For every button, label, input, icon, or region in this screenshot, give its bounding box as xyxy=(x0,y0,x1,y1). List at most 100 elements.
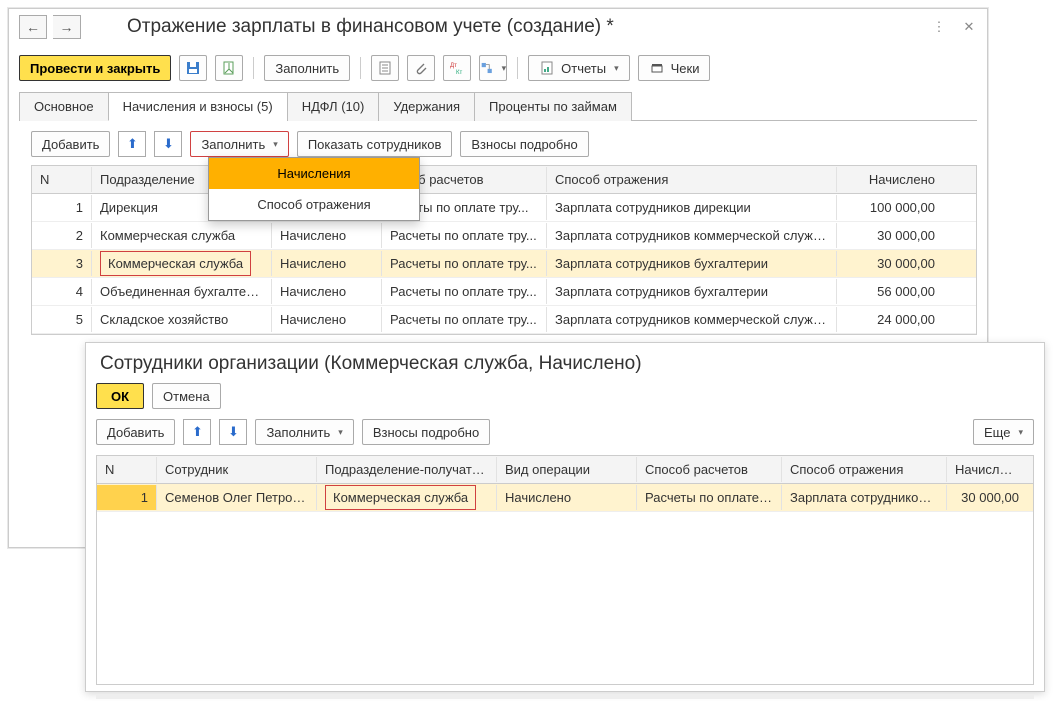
sub-col-employee[interactable]: Сотрудник xyxy=(157,457,317,482)
main-toolbar: Провести и закрыть Заполнить ДтКт ▾ Отче… xyxy=(9,49,987,91)
move-down-button[interactable]: ⬇ xyxy=(154,131,182,157)
checks-label: Чеки xyxy=(671,61,700,76)
toolbar-divider xyxy=(517,57,518,79)
reports-button[interactable]: Отчеты ▾ xyxy=(528,55,629,81)
table-row[interactable]: 4 Объединенная бухгалтерия Начислено Рас… xyxy=(32,278,976,306)
more-button[interactable]: Еще ▾ xyxy=(973,419,1034,445)
cell-refl: Зарплата сотрудников коммерческой службы xyxy=(547,223,837,248)
sub-cell-refl: Зарплата сотрудников ... xyxy=(782,485,947,510)
cell-op: Начислено xyxy=(272,279,382,304)
cell-refl: Зарплата сотрудников бухгалтерии xyxy=(547,279,837,304)
dropdown-item-reflection[interactable]: Способ отражения xyxy=(209,189,419,220)
toolbar-divider xyxy=(253,57,254,79)
cell-refl: Зарплата сотрудников коммерческой службы xyxy=(547,307,837,332)
tabs: Основное Начисления и взносы (5) НДФЛ (1… xyxy=(19,91,977,121)
sub-col-reflection[interactable]: Способ отражения xyxy=(782,457,947,482)
sub-col-calc[interactable]: Способ расчетов xyxy=(637,457,782,482)
sub-fill-label: Заполнить xyxy=(266,425,330,440)
sub-toolbar: Добавить ⬆ ⬇ Заполнить ▾ Взносы подробно… xyxy=(86,419,1044,455)
table-row[interactable]: 3 Коммерческая служба Начислено Расчеты … xyxy=(32,250,976,278)
dtkt-icon[interactable]: ДтКт xyxy=(443,55,471,81)
sub-window-title: Сотрудники организации (Коммерческая слу… xyxy=(86,343,1044,383)
fill-dropdown-button[interactable]: Заполнить ▾ xyxy=(190,131,288,157)
cell-n: 4 xyxy=(32,279,92,304)
chevron-down-icon: ▾ xyxy=(338,427,343,438)
post-icon[interactable] xyxy=(215,55,243,81)
sub-cell-dept: Коммерческая служба xyxy=(317,485,497,510)
nav-forward-button[interactable]: → xyxy=(53,15,81,39)
cell-n: 2 xyxy=(32,223,92,248)
sub-col-n[interactable]: N xyxy=(97,457,157,482)
cell-calc: Расчеты по оплате тру... xyxy=(382,279,547,304)
kebab-menu-icon[interactable]: ⋮ xyxy=(931,19,947,35)
tab-deductions[interactable]: Удержания xyxy=(378,92,475,121)
nav-back-button[interactable]: ← xyxy=(19,15,47,39)
fees-detailed-button[interactable]: Взносы подробно xyxy=(460,131,588,157)
cell-dept: Объединенная бухгалтерия xyxy=(92,279,272,304)
chevron-down-icon: ▾ xyxy=(502,63,507,74)
cell-dept: Коммерческая служба xyxy=(92,223,272,248)
sub-move-down-button[interactable]: ⬇ xyxy=(219,419,247,445)
employees-window: Сотрудники организации (Коммерческая слу… xyxy=(85,342,1045,692)
sub-table-header: N Сотрудник Подразделение-получатель Вид… xyxy=(97,456,1033,484)
sub-cell-employee: Семенов Олег Петрович xyxy=(157,485,317,510)
cell-calc: Расчеты по оплате тру... xyxy=(382,307,547,332)
table-row[interactable]: 1 Дирекция асчеты по оплате тру... Зарпл… xyxy=(32,194,976,222)
show-employees-button[interactable]: Показать сотрудников xyxy=(297,131,453,157)
cell-sum: 56 000,00 xyxy=(837,279,943,304)
sub-table-row[interactable]: 1 Семенов Олег Петрович Коммерческая слу… xyxy=(97,484,1033,512)
sub-move-up-button[interactable]: ⬆ xyxy=(183,419,211,445)
add-button[interactable]: Добавить xyxy=(31,131,110,157)
sub-col-accrued[interactable]: Начислено xyxy=(947,457,1027,482)
cell-dept: Складское хозяйство xyxy=(92,307,272,332)
cell-dept: Коммерческая служба xyxy=(92,251,272,276)
structure-icon[interactable]: ▾ xyxy=(479,55,507,81)
cell-n: 5 xyxy=(32,307,92,332)
sub-col-dept[interactable]: Подразделение-получатель xyxy=(317,457,497,482)
titlebar: ← → Отражение зарплаты в финансовом учет… xyxy=(9,9,987,49)
toolbar-divider xyxy=(360,57,361,79)
chevron-down-icon: ▾ xyxy=(1018,427,1023,438)
table-row[interactable]: 5 Складское хозяйство Начислено Расчеты … xyxy=(32,306,976,334)
col-accrued[interactable]: Начислено xyxy=(837,167,943,192)
attach-icon[interactable] xyxy=(407,55,435,81)
cell-op: Начислено xyxy=(272,307,382,332)
sub-cell-sum: 30 000,00 xyxy=(947,485,1027,510)
tab-accruals[interactable]: Начисления и взносы (5) xyxy=(108,92,288,121)
cancel-button[interactable]: Отмена xyxy=(152,383,221,409)
tab-main[interactable]: Основное xyxy=(19,92,109,121)
cell-n: 3 xyxy=(32,251,92,276)
close-icon[interactable]: ✕ xyxy=(961,19,977,35)
ok-button[interactable]: ОК xyxy=(96,383,144,409)
cell-n: 1 xyxy=(32,195,92,220)
cell-sum: 24 000,00 xyxy=(837,307,943,332)
sub-cell-calc: Расчеты по оплате ... xyxy=(637,485,782,510)
document-icon[interactable] xyxy=(371,55,399,81)
svg-text:Дт: Дт xyxy=(450,63,457,69)
col-reflection[interactable]: Способ отражения xyxy=(547,167,837,192)
sub-cell-dept-highlighted: Коммерческая служба xyxy=(325,485,476,510)
sub-fill-button[interactable]: Заполнить ▾ xyxy=(255,419,353,445)
table-row[interactable]: 2 Коммерческая служба Начислено Расчеты … xyxy=(32,222,976,250)
save-icon[interactable] xyxy=(179,55,207,81)
window-controls: ⋮ ✕ xyxy=(931,19,977,35)
arrow-down-icon: ⬇ xyxy=(163,136,174,152)
fill-button[interactable]: Заполнить xyxy=(264,55,350,81)
table-toolbar: Добавить ⬆ ⬇ Заполнить ▾ Показать сотруд… xyxy=(9,121,987,165)
post-and-close-button[interactable]: Провести и закрыть xyxy=(19,55,171,81)
sub-add-button[interactable]: Добавить xyxy=(96,419,175,445)
move-up-button[interactable]: ⬆ xyxy=(118,131,146,157)
dropdown-item-accruals[interactable]: Начисления xyxy=(209,158,419,189)
more-label: Еще xyxy=(984,425,1010,440)
col-n[interactable]: N xyxy=(32,167,92,192)
sub-fees-detailed-button[interactable]: Взносы подробно xyxy=(362,419,490,445)
sub-table-body: 1 Семенов Олег Петрович Коммерческая слу… xyxy=(97,484,1033,684)
checks-button[interactable]: Чеки xyxy=(638,55,711,81)
sub-col-op[interactable]: Вид операции xyxy=(497,457,637,482)
arrow-up-icon: ⬆ xyxy=(127,136,138,152)
tab-ndfl[interactable]: НДФЛ (10) xyxy=(287,92,380,121)
window-title: Отражение зарплаты в финансовом учете (с… xyxy=(127,16,925,38)
tab-loan-interest[interactable]: Проценты по займам xyxy=(474,92,632,121)
cell-sum: 100 000,00 xyxy=(837,195,943,220)
horizontal-scrollbar[interactable] xyxy=(96,695,1034,699)
